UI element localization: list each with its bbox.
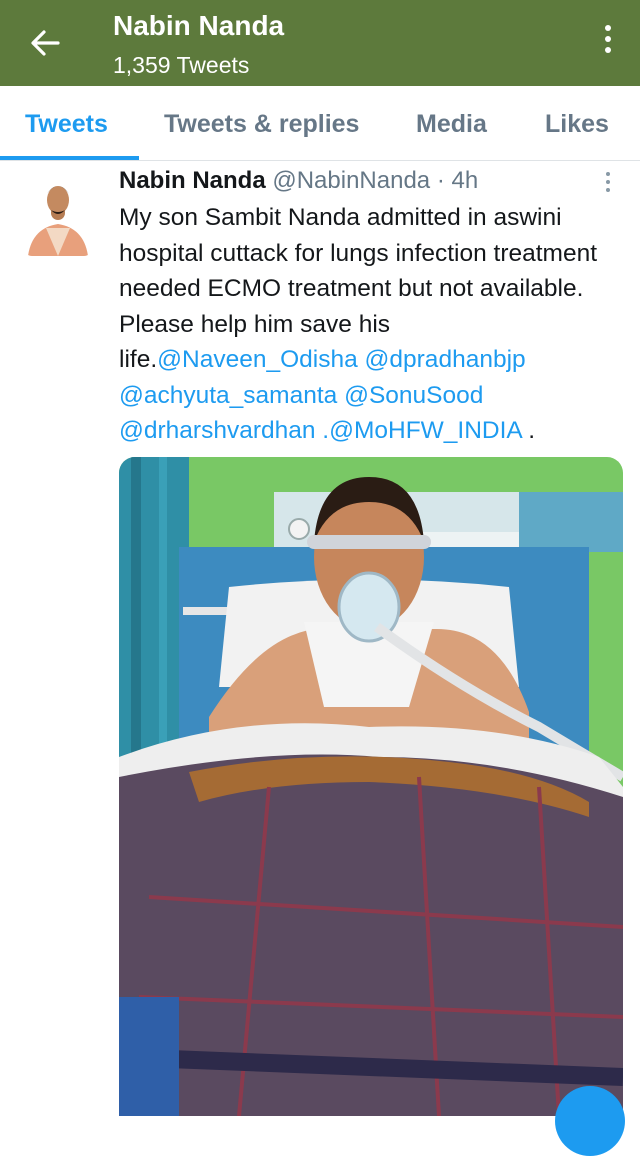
tweet-text: My son Sambit Nanda admitted in aswini h… [119, 200, 629, 449]
tab-media[interactable]: Media [416, 110, 487, 139]
tab-likes[interactable]: Likes [545, 110, 609, 139]
tab-tweets-replies[interactable]: Tweets & replies [164, 110, 359, 139]
profile-name: Nabin Nanda [113, 10, 285, 41]
tweet-more-icon[interactable] [606, 172, 610, 196]
active-tab-indicator [0, 156, 139, 160]
tweet-count: 1,359 Tweets [113, 52, 250, 78]
tweet-photo[interactable] [119, 457, 623, 1116]
more-vertical-icon[interactable] [602, 25, 614, 61]
tweet-time: · 4h [430, 167, 479, 194]
mention-link[interactable]: .@MoHFW_INDIA [322, 417, 521, 444]
mention-link[interactable]: @SonuSood [344, 382, 483, 409]
profile-tabs: Tweets Tweets & replies Media Likes [0, 86, 640, 161]
tweet-author-handle[interactable]: @NabinNanda [272, 167, 430, 194]
tweet-header: Nabin Nanda @NabinNanda · 4h [119, 167, 478, 195]
compose-fab[interactable] [555, 1086, 625, 1156]
mention-link[interactable]: @dpradhanbjp [365, 346, 526, 373]
tab-tweets[interactable]: Tweets [25, 110, 108, 139]
mention-link[interactable]: @achyuta_samanta [119, 382, 337, 409]
mention-link[interactable]: @Naveen_Odisha [157, 346, 358, 373]
tweet-author-name[interactable]: Nabin Nanda [119, 167, 266, 194]
avatar[interactable] [24, 172, 92, 256]
mention-link[interactable]: @drharshvardhan [119, 417, 315, 444]
tweet-end: . [521, 417, 536, 444]
back-arrow-icon[interactable] [26, 24, 64, 62]
profile-header: Nabin Nanda 1,359 Tweets [0, 0, 640, 86]
